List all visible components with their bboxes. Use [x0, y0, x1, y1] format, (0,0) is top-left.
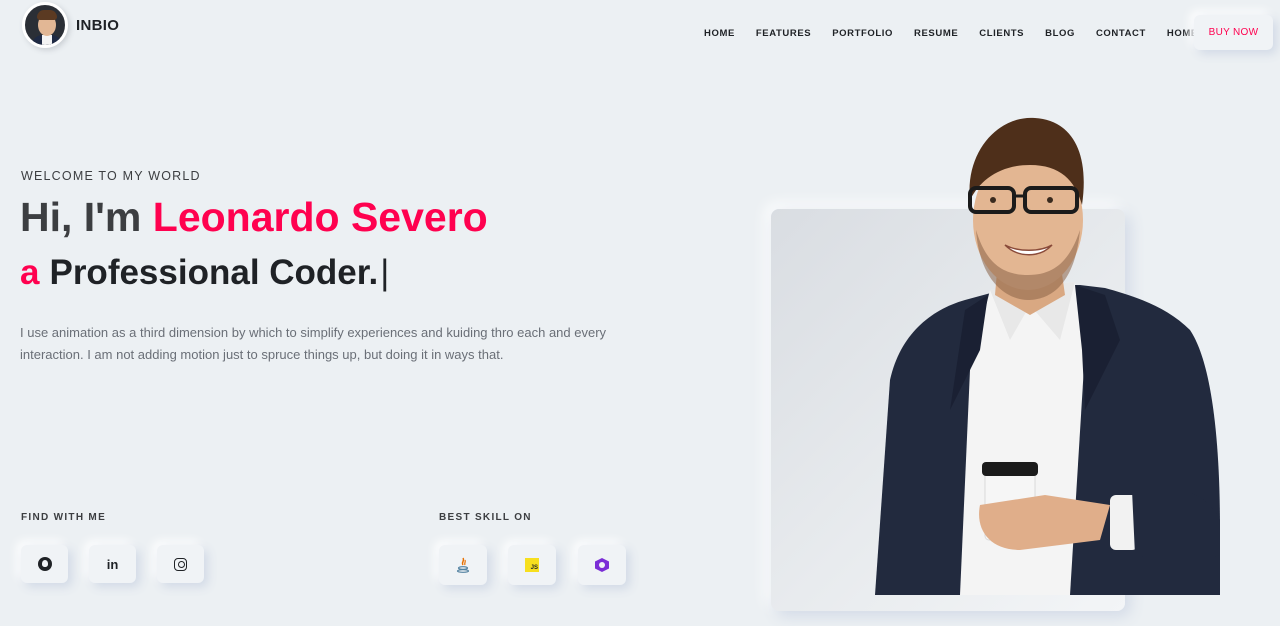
brand-name: INBIO	[76, 16, 120, 34]
best-skill-label: BEST SKILL ON	[439, 512, 532, 523]
role-prefix: a	[20, 253, 40, 292]
instagram-icon	[174, 557, 187, 571]
nav-item-portfolio[interactable]: PORTFOLIO	[832, 28, 893, 39]
csharp-icon	[595, 558, 609, 572]
hero-headline: Hi, I'm Leonardo Severo	[20, 194, 488, 241]
site-header: INBIO HOME FEATURES PORTFOLIO RESUME CLI…	[0, 0, 1280, 60]
find-with-me-label: FIND WITH ME	[21, 512, 107, 523]
linkedin-icon: in	[106, 556, 119, 572]
portrait-image	[875, 117, 1220, 595]
instagram-button[interactable]	[157, 545, 204, 583]
main-nav: HOME FEATURES PORTFOLIO RESUME CLIENTS B…	[704, 28, 1219, 39]
typing-cursor: |	[380, 253, 390, 292]
skill-javascript: JS	[508, 545, 556, 585]
avatar	[22, 2, 68, 48]
nav-item-clients[interactable]: CLIENTS	[979, 28, 1024, 39]
nav-item-home[interactable]: HOME	[704, 28, 735, 39]
nav-item-features[interactable]: FEATURES	[756, 28, 811, 39]
hero-description: I use animation as a third dimension by …	[20, 325, 607, 362]
linkedin-button[interactable]: in	[89, 545, 136, 583]
logo[interactable]: INBIO	[22, 2, 119, 48]
nav-item-contact[interactable]: CONTACT	[1096, 28, 1146, 39]
nav-item-resume[interactable]: RESUME	[914, 28, 958, 39]
github-button[interactable]	[21, 545, 68, 583]
hero-role: a Professional Coder.|	[20, 253, 389, 293]
java-icon	[456, 557, 470, 573]
welcome-text: WELCOME TO MY WORLD	[21, 169, 201, 183]
hero-name: Leonardo Severo	[152, 194, 488, 240]
role-text: Professional Coder.	[49, 253, 379, 292]
nav-item-blog[interactable]: BLOG	[1045, 28, 1075, 39]
github-icon	[37, 557, 52, 571]
javascript-icon: JS	[525, 558, 539, 572]
skill-csharp	[578, 545, 626, 585]
greeting-text: Hi, I'm	[20, 194, 153, 240]
buy-now-button[interactable]: BUY NOW	[1194, 15, 1273, 50]
skill-java	[439, 545, 487, 585]
